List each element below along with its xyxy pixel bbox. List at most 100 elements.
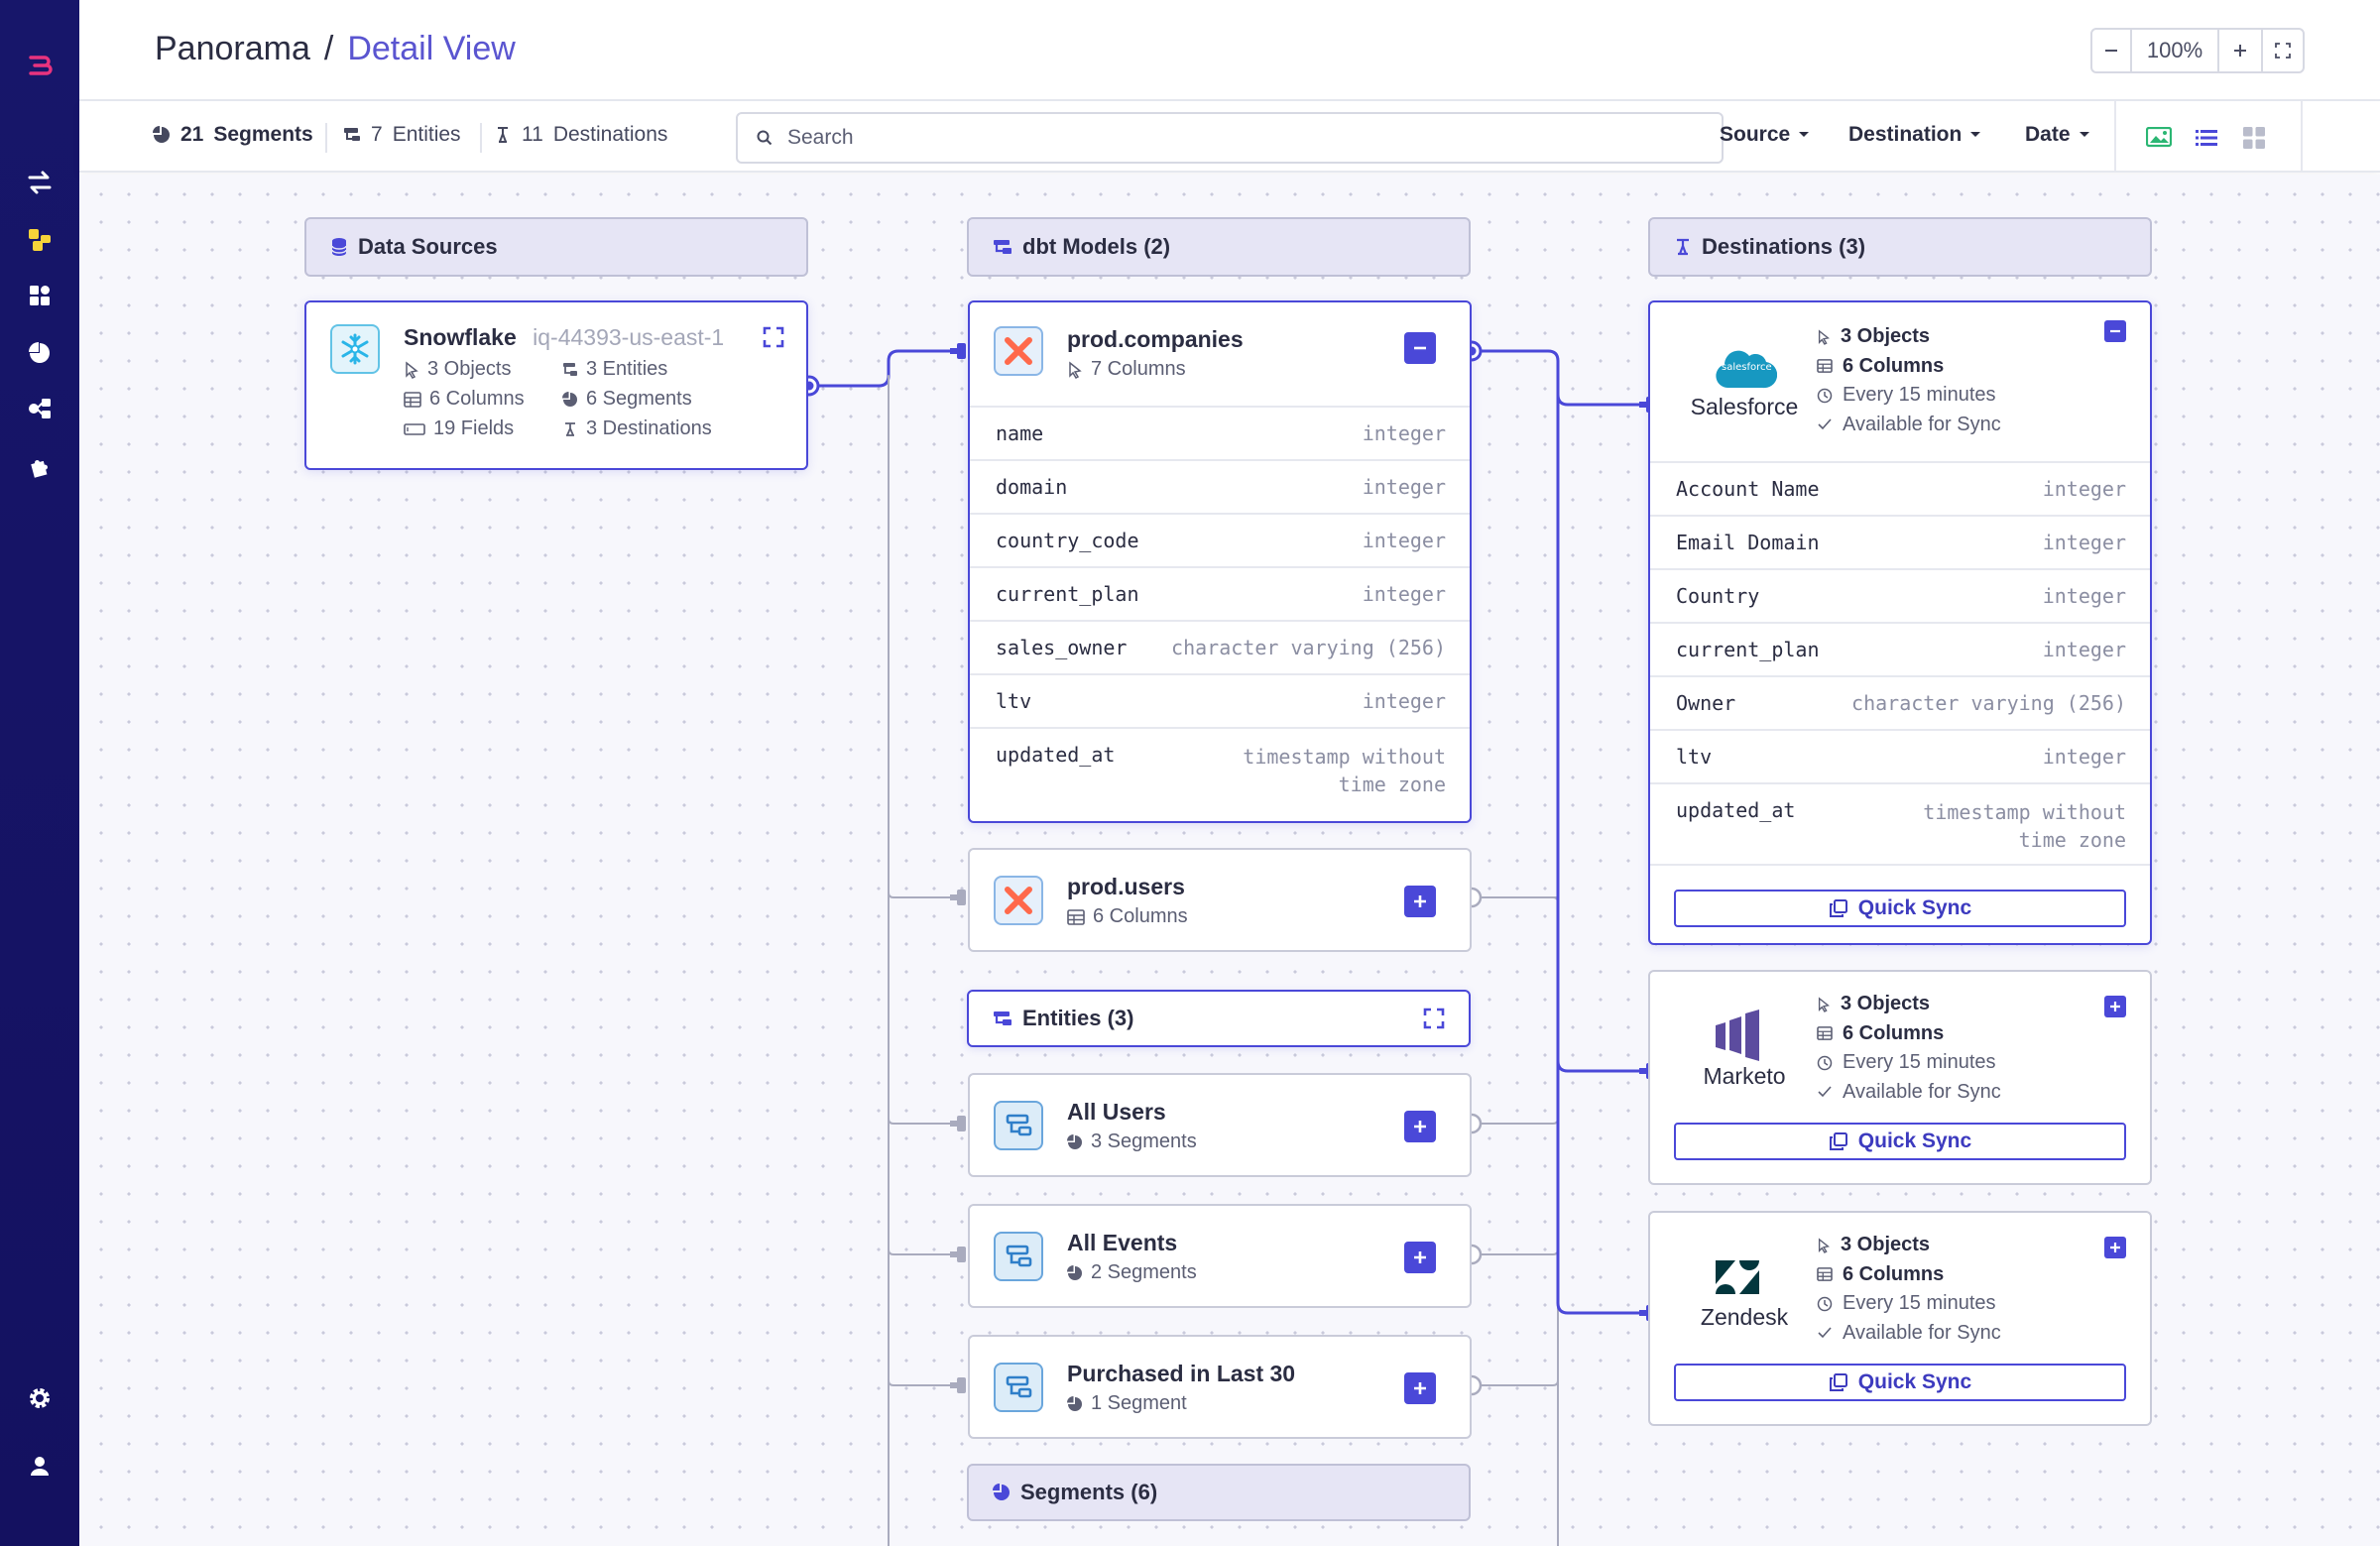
minus-icon (2110, 329, 2120, 333)
expand-icon (2275, 43, 2291, 59)
column-row[interactable]: domain integer (970, 459, 1470, 513)
source-destinations-label: 3 Destinations (586, 417, 712, 439)
group-title: dbt Models (2) (1022, 234, 1171, 259)
column-row[interactable]: country_code integer (970, 513, 1470, 566)
caret-down-icon (1799, 132, 1810, 137)
search-icon (757, 130, 773, 146)
destination-card-salesforce[interactable]: salesforce Salesforce 3 Objects 6 Column… (1648, 300, 2152, 945)
group-header-dbt-models[interactable]: dbt Models (2) (967, 217, 1471, 277)
entity-icon (994, 1011, 1012, 1025)
database-icon (331, 238, 347, 256)
expand-entity-button[interactable] (1404, 1111, 1436, 1142)
column-name: country_code (996, 529, 1139, 552)
expand-entity-button[interactable] (1404, 1242, 1436, 1273)
field-type: integer (2042, 477, 2126, 501)
cursor-icon (406, 360, 418, 379)
date-filter-dropdown[interactable]: Date (2025, 123, 2090, 147)
segments-stat[interactable]: 21 Segments (153, 123, 313, 147)
nav-panorama[interactable] (20, 220, 60, 260)
entity-card-all-events[interactable]: All Events 2 Segments (968, 1204, 1472, 1308)
expand-destination-button[interactable] (2104, 1237, 2126, 1258)
destination-columns: 6 Columns (1817, 1019, 2001, 1049)
view-grid-button[interactable] (2239, 123, 2269, 153)
dbt-logo (994, 326, 1043, 376)
column-type: integer (1362, 582, 1446, 606)
fullscreen-button[interactable] (2263, 30, 2303, 71)
group-header-destinations[interactable]: Destinations (3) (1648, 217, 2152, 277)
expand-destination-button[interactable] (2104, 996, 2126, 1017)
collapse-destination-button[interactable] (2104, 320, 2126, 342)
entities-stat[interactable]: 7 Entities (343, 123, 461, 147)
quick-sync-button[interactable]: Quick Sync (1674, 890, 2126, 927)
pie-chart-icon (562, 391, 577, 407)
breadcrumb-root[interactable]: Panorama (155, 30, 310, 68)
column-row[interactable]: ltv integer (970, 673, 1470, 727)
group-header-segments[interactable]: Segments (6) (967, 1464, 1471, 1521)
zoom-out-button[interactable] (2092, 30, 2132, 71)
column-name: updated_at (996, 743, 1116, 767)
source-filter-dropdown[interactable]: Source (1720, 123, 1810, 147)
expand-entity-button[interactable] (1404, 1372, 1436, 1404)
caret-down-icon (2079, 132, 2089, 137)
group-header-entities[interactable]: Entities (3) (967, 990, 1471, 1047)
entity-card-purchased-last-30[interactable]: Purchased in Last 30 1 Segment (968, 1335, 1472, 1439)
model-card-prod-users[interactable]: prod.users 6 Columns (968, 848, 1472, 952)
snowflake-icon (341, 333, 369, 365)
field-row[interactable]: Country integer (1650, 568, 2150, 622)
nav-entities[interactable] (20, 389, 60, 428)
entity-segments-label: 3 Segments (1091, 1130, 1197, 1152)
nav-profile[interactable] (20, 1446, 60, 1486)
group-header-data-sources[interactable]: Data Sources (304, 217, 808, 277)
field-row[interactable]: ltv integer (1650, 729, 2150, 782)
nav-syncs[interactable] (20, 163, 60, 202)
field-row[interactable]: Account Name integer (1650, 461, 2150, 515)
entities-count: 7 (371, 123, 383, 146)
entity-icon (1006, 1375, 1032, 1398)
model-name: prod.users (1067, 874, 1185, 899)
field-name: Account Name (1676, 477, 1820, 501)
nav-segments[interactable] (20, 333, 60, 373)
view-list-button[interactable] (2192, 123, 2221, 153)
source-card-snowflake[interactable]: Snowflake iq-44393-us-east-1 3 Objects 3… (304, 300, 808, 470)
destinations-stat[interactable]: 11 Destinations (494, 123, 667, 147)
entity-icon (344, 128, 360, 141)
field-row[interactable]: updated_at timestamp without time zone (1650, 782, 2150, 862)
field-row[interactable]: Email Domain integer (1650, 515, 2150, 568)
nav-settings[interactable] (20, 1378, 60, 1418)
source-segments-label: 6 Segments (586, 388, 692, 410)
cursor-icon (1069, 360, 1082, 379)
model-card-prod-companies[interactable]: prod.companies 7 Columns name integer dom… (968, 300, 1472, 823)
destination-filter-dropdown[interactable]: Destination (1848, 123, 1981, 147)
pie-chart-icon (153, 126, 170, 143)
minus-icon (2105, 50, 2117, 52)
column-type-line: time zone (1338, 773, 1446, 796)
expand-model-button[interactable] (1404, 886, 1436, 917)
field-row[interactable]: Owner character varying (256) (1650, 675, 2150, 729)
toolbar: 21 Segments 7 Entities 11 Destinations Sour… (79, 101, 2380, 173)
app-logo[interactable] (20, 46, 60, 85)
destination-card-marketo[interactable]: Marketo 3 Objects 6 Columns Every 15 min… (1648, 970, 2152, 1185)
field-row[interactable]: current_plan integer (1650, 622, 2150, 675)
zoom-in-button[interactable] (2219, 30, 2263, 71)
column-row[interactable]: current_plan integer (970, 566, 1470, 620)
field-type: character varying (256) (1851, 691, 2126, 715)
panorama-icon (29, 229, 51, 251)
entity-card-all-users[interactable]: All Users 3 Segments (968, 1073, 1472, 1177)
quick-sync-button[interactable]: Quick Sync (1674, 1364, 2126, 1401)
collapse-model-button[interactable] (1404, 332, 1436, 364)
destinations-count: 11 (522, 123, 543, 146)
view-canvas-button[interactable] (2144, 123, 2174, 153)
expand-source-button[interactable] (763, 326, 784, 353)
plus-icon (1414, 1382, 1426, 1394)
column-row[interactable]: name integer (970, 406, 1470, 459)
search-input[interactable] (787, 126, 1680, 150)
nav-dashboard[interactable] (20, 276, 60, 315)
column-row[interactable]: sales_owner character varying (256) (970, 620, 1470, 673)
group-title: Data Sources (358, 234, 498, 259)
destination-card-zendesk[interactable]: Zendesk 3 Objects 6 Columns Every 15 min… (1648, 1211, 2152, 1426)
quick-sync-button[interactable]: Quick Sync (1674, 1123, 2126, 1160)
expand-entities-button[interactable] (1423, 1008, 1445, 1035)
dbt-icon (1005, 337, 1032, 365)
column-row[interactable]: updated_at timestamp without time zone (970, 727, 1470, 806)
nav-integrations[interactable] (20, 446, 60, 486)
